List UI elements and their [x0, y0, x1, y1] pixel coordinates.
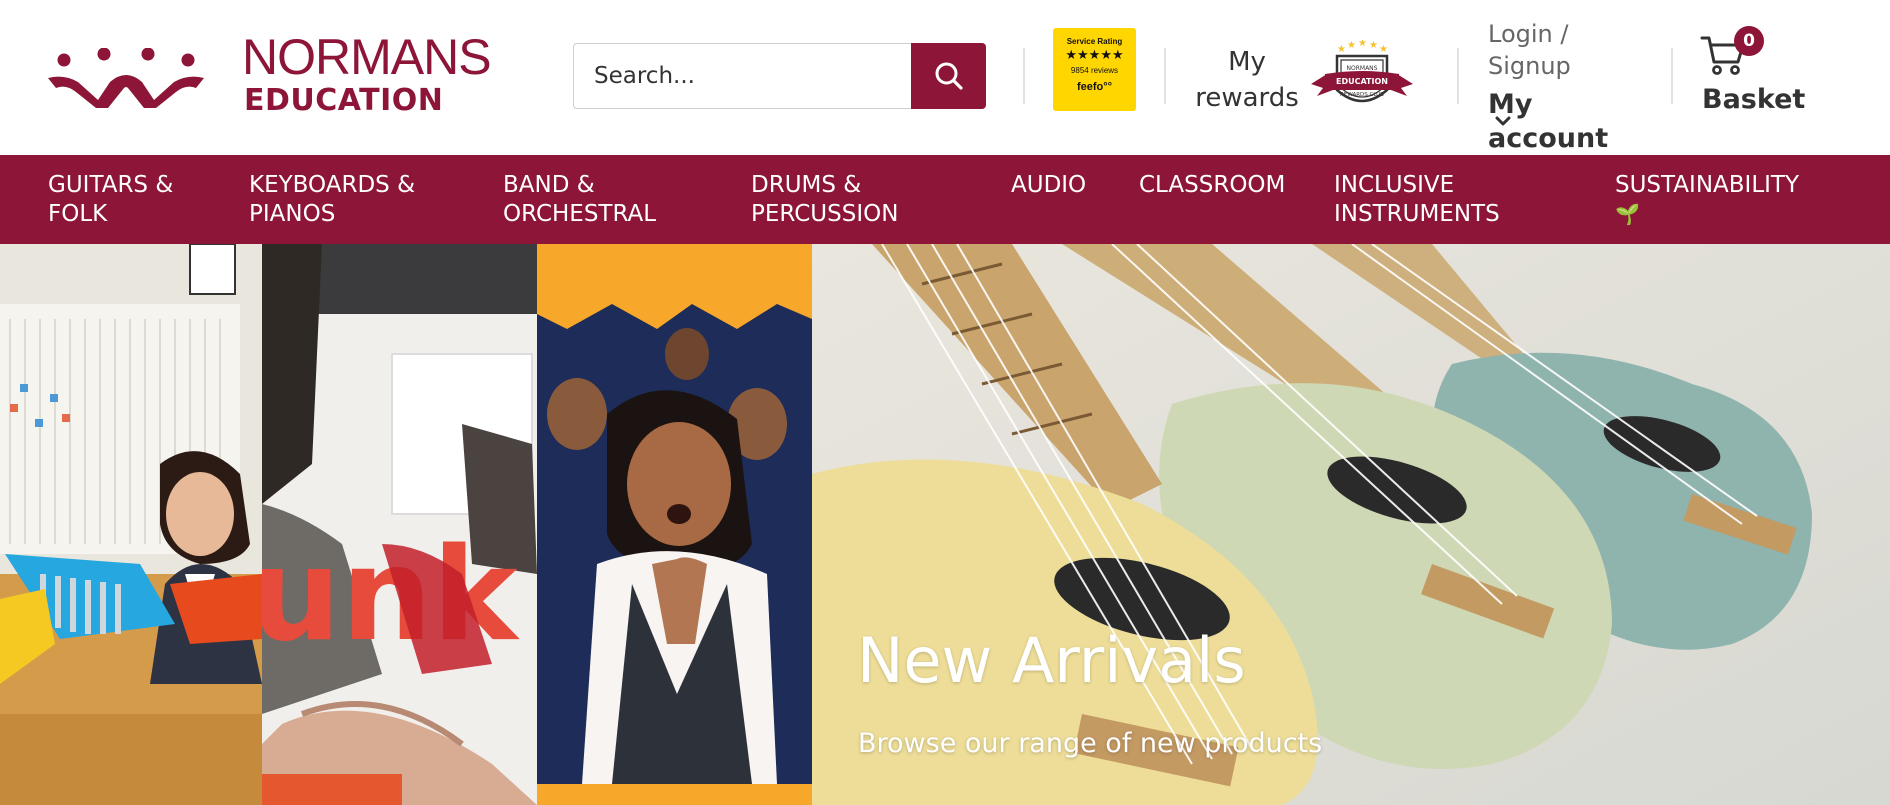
svg-text:★: ★	[1369, 40, 1378, 51]
header-divider	[1671, 48, 1673, 104]
brand-name-line2: EDUCATION	[244, 83, 444, 118]
nav-item-guitars-folk[interactable]: GUITARS & FOLK	[48, 171, 173, 229]
nav-label: AUDIO	[1011, 172, 1087, 198]
svg-text:★: ★	[1358, 40, 1367, 49]
chevron-down-icon[interactable]	[1492, 110, 1514, 132]
nav-item-keyboards-pianos[interactable]: KEYBOARDS & PIANOS	[249, 171, 415, 229]
account-menu[interactable]: Login / Signup My account	[1488, 18, 1658, 154]
nav-label: FOLK	[48, 201, 108, 227]
nav-item-drums-percussion[interactable]: DRUMS & PERCUSSION	[751, 171, 898, 229]
feefo-reviews: 9854 reviews	[1070, 66, 1119, 75]
nav-label: BAND &	[503, 172, 595, 198]
rewards-label-line1: My	[1228, 47, 1266, 77]
nav-label: INCLUSIVE	[1334, 172, 1455, 198]
logo-mark-icon	[48, 48, 204, 108]
svg-text:EDUCATION: EDUCATION	[1336, 77, 1388, 86]
nav-item-audio[interactable]: AUDIO	[1011, 171, 1086, 200]
svg-text:★: ★	[1337, 44, 1346, 55]
nav-item-inclusive-instruments[interactable]: INCLUSIVE INSTRUMENTS	[1334, 171, 1500, 229]
svg-text:★: ★	[1347, 40, 1356, 51]
search-input[interactable]	[573, 43, 911, 109]
hero-subtitle: Browse our range of new products	[858, 728, 1323, 759]
nav-label: ORCHESTRAL	[503, 201, 657, 227]
hero-photo-singing-child	[537, 244, 812, 805]
basket-label: Basket	[1702, 84, 1806, 115]
feefo-logo: feefo°°	[1076, 81, 1113, 93]
main-navigation: GUITARS & FOLK KEYBOARDS & PIANOS BAND &…	[0, 155, 1890, 244]
header-divider	[1457, 48, 1459, 104]
svg-text:REWARDS CLUB: REWARDS CLUB	[1340, 92, 1384, 98]
nav-label: CLASSROOM	[1139, 172, 1286, 198]
seedling-icon: 🌱	[1615, 202, 1640, 226]
rewards-label: My rewards	[1182, 44, 1312, 116]
brand-logo[interactable]: NORMANS EDUCATION	[46, 30, 506, 125]
nav-item-sustainability[interactable]: SUSTAINABILITY 🌱	[1615, 171, 1799, 229]
nav-label: KEYBOARDS &	[249, 172, 416, 198]
search-icon	[935, 62, 963, 90]
svg-text:NORMANS: NORMANS	[1347, 65, 1378, 72]
header-divider	[1164, 48, 1166, 104]
rewards-label-line2: rewards	[1195, 83, 1299, 113]
feefo-rating-badge[interactable]: Service Rating ★★★★★ 9854 reviews feefo°…	[1053, 28, 1136, 111]
nav-item-band-orchestral[interactable]: BAND & ORCHESTRAL	[503, 171, 656, 229]
nav-label: DRUMS &	[751, 172, 862, 198]
nav-label: PERCUSSION	[751, 201, 899, 227]
search-button[interactable]	[911, 43, 986, 109]
header-divider	[1023, 48, 1025, 104]
hero-title: New Arrivals	[857, 624, 1246, 697]
nav-item-classroom[interactable]: CLASSROOM	[1139, 171, 1285, 200]
hero-photo-ukuleles	[812, 244, 1890, 805]
my-rewards-link[interactable]: My rewards ★ ★ ★ ★ ★ NORMANS EDUCATION R…	[1182, 40, 1417, 120]
nav-label: PIANOS	[249, 201, 336, 227]
brand-name-line1: NORMANS	[242, 29, 492, 85]
svg-text:★: ★	[1379, 44, 1388, 55]
nav-label: GUITARS &	[48, 172, 174, 198]
feefo-title: Service Rating	[1066, 37, 1123, 46]
nav-label: SUSTAINABILITY	[1615, 172, 1800, 198]
hero-photo-classroom-child	[0, 244, 262, 805]
feefo-stars: ★★★★★	[1065, 48, 1124, 63]
search-form	[573, 43, 986, 109]
login-signup-link[interactable]: Login / Signup	[1488, 18, 1658, 82]
nav-label: INSTRUMENTS	[1334, 201, 1500, 227]
site-header: NORMANS EDUCATION Service Rating ★★★★★ 9…	[0, 0, 1890, 155]
basket-link[interactable]: 0 Basket	[1700, 26, 1810, 126]
hero-photo-sensory-play: unk	[262, 244, 537, 805]
hero-banner[interactable]: unk New Arrivals Browse our range of new…	[0, 244, 1890, 805]
basket-count-badge: 0	[1734, 26, 1764, 56]
rewards-club-badge-icon: ★ ★ ★ ★ ★ NORMANS EDUCATION REWARDS CLUB	[1311, 40, 1413, 103]
